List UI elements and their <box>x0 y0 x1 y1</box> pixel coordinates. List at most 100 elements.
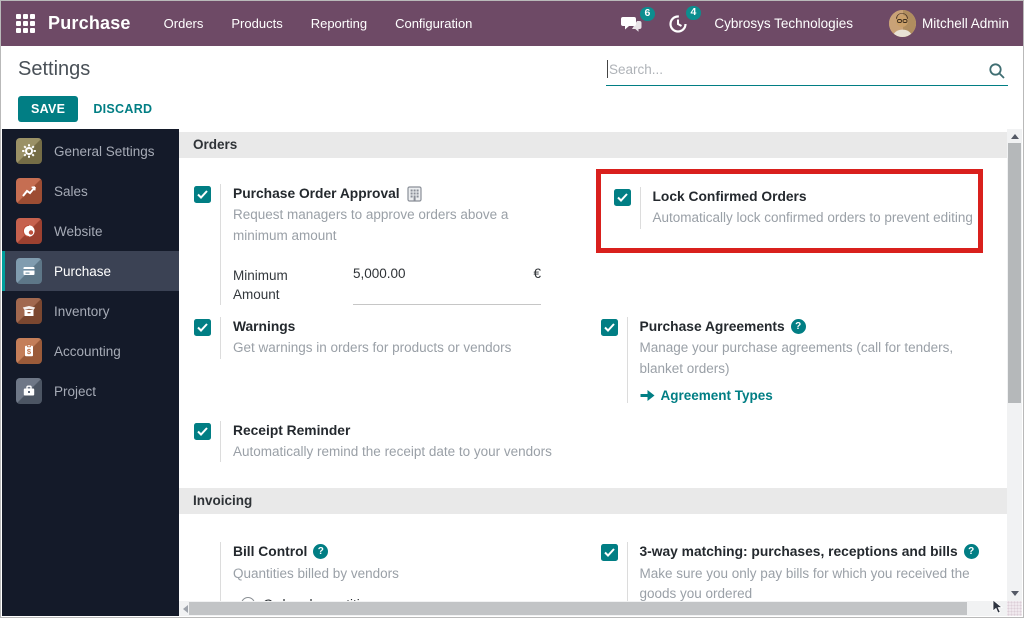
chat-bubbles-icon <box>621 15 642 33</box>
sidebar-item-project[interactable]: Project <box>2 371 179 411</box>
lock-confirmed-orders-checkbox[interactable] <box>614 189 631 206</box>
search-input[interactable]: Search... <box>609 62 663 77</box>
user-avatar <box>889 10 916 37</box>
app-window: Purchase Orders Products Reporting Confi… <box>0 0 1024 618</box>
accounting-clipboard-icon: $ <box>16 338 42 364</box>
enterprise-building-icon <box>407 186 422 202</box>
section-header-invoicing: Invoicing <box>179 488 1007 514</box>
minimum-amount-input[interactable]: 5,000.00 € <box>353 266 541 305</box>
setting-label: 3-way matching: purchases, receptions an… <box>640 542 958 561</box>
navbar-right: 6 4 Cybrosys Technologies <box>621 10 1023 37</box>
checkbox-check-icon <box>604 548 615 557</box>
settings-content: Orders Purchase Order Approval <box>179 129 1007 601</box>
menu-products[interactable]: Products <box>231 16 282 31</box>
project-briefcase-icon <box>16 378 42 404</box>
scroll-up-arrow[interactable] <box>1011 134 1019 139</box>
minimum-amount-label: Minimum Amount <box>233 266 337 305</box>
red-highlight-box: Lock Confirmed Orders Automatically lock… <box>596 169 983 253</box>
sidebar-item-purchase[interactable]: Purchase <box>2 251 179 291</box>
apps-grid-icon[interactable] <box>16 14 35 33</box>
user-menu[interactable]: Mitchell Admin <box>889 10 1009 37</box>
save-button[interactable]: SAVE <box>18 96 78 122</box>
vertical-scrollbar[interactable] <box>1007 129 1022 601</box>
scrollbar-corner <box>1007 601 1022 616</box>
setting-label: Purchase Order Approval <box>233 184 400 203</box>
setting-lock-confirmed-orders: Lock Confirmed Orders Automatically lock… <box>601 184 1008 253</box>
sidebar-item-general-settings[interactable]: General Settings <box>2 131 179 171</box>
setting-description: Request managers to approve orders above… <box>233 205 563 246</box>
setting-label: Lock Confirmed Orders <box>653 187 807 206</box>
three-way-matching-checkbox[interactable] <box>601 544 618 561</box>
app-title[interactable]: Purchase <box>48 13 131 34</box>
checkbox-check-icon <box>197 323 208 332</box>
search-icon[interactable] <box>988 62 1006 80</box>
sidebar-item-label: Sales <box>54 184 88 199</box>
purchase-order-approval-checkbox[interactable] <box>194 186 211 203</box>
sidebar-item-label: Website <box>54 224 103 239</box>
messages-badge: 6 <box>640 7 656 22</box>
scroll-left-arrow[interactable] <box>183 605 188 613</box>
setting-description: Automatically lock confirmed orders to p… <box>653 208 973 228</box>
horizontal-scrollbar[interactable] <box>179 601 1007 616</box>
setting-description: Manage your purchase agreements (call fo… <box>640 338 998 379</box>
user-name: Mitchell Admin <box>922 16 1009 31</box>
checkbox-check-icon <box>197 190 208 199</box>
help-icon[interactable]: ? <box>791 319 806 334</box>
menu-orders[interactable]: Orders <box>164 16 204 31</box>
sidebar-item-label: General Settings <box>54 144 155 159</box>
arrow-right-icon <box>640 389 655 402</box>
top-navbar: Purchase Orders Products Reporting Confi… <box>1 1 1023 46</box>
help-icon[interactable]: ? <box>313 544 328 559</box>
menu-configuration[interactable]: Configuration <box>395 16 472 31</box>
gear-icon <box>16 138 42 164</box>
purchase-agreements-checkbox[interactable] <box>601 319 618 336</box>
sidebar-item-label: Accounting <box>54 344 121 359</box>
setting-label: Bill Control <box>233 542 307 561</box>
discard-button[interactable]: DISCARD <box>93 102 152 116</box>
company-switcher[interactable]: Cybrosys Technologies <box>714 16 853 31</box>
help-icon[interactable]: ? <box>964 544 979 559</box>
page-title: Settings <box>18 58 90 81</box>
setting-description: Quantities billed by vendors <box>233 564 399 584</box>
receipt-reminder-checkbox[interactable] <box>194 423 211 440</box>
section-header-orders: Orders <box>179 132 1007 158</box>
messages-button[interactable]: 6 <box>621 15 642 33</box>
checkbox-check-icon <box>617 193 628 202</box>
vertical-scroll-thumb[interactable] <box>1008 143 1021 403</box>
setting-description: Automatically remind the receipt date to… <box>233 442 552 462</box>
setting-description: Make sure you only pay bills for which y… <box>640 564 992 601</box>
currency-symbol: € <box>533 266 541 297</box>
agreement-types-link[interactable]: Agreement Types <box>640 388 998 403</box>
sidebar-item-website[interactable]: Website <box>2 211 179 251</box>
menu-reporting[interactable]: Reporting <box>311 16 367 31</box>
sidebar-item-sales[interactable]: Sales <box>2 171 179 211</box>
checkbox-check-icon <box>197 427 208 436</box>
minimum-amount-value: 5,000.00 <box>353 266 406 297</box>
horizontal-scroll-thumb[interactable] <box>189 602 967 615</box>
activities-button[interactable]: 4 <box>668 14 688 34</box>
inventory-box-icon <box>16 298 42 324</box>
scroll-down-arrow[interactable] <box>1011 591 1019 596</box>
setting-label: Receipt Reminder <box>233 421 350 440</box>
control-panel: Settings Search... SAVE DISCARD <box>2 46 1022 129</box>
checkbox-check-icon <box>604 323 615 332</box>
setting-three-way-matching: 3-way matching: purchases, receptions an… <box>601 542 1008 601</box>
sidebar-item-accounting[interactable]: $ Accounting <box>2 331 179 371</box>
setting-description: Get warnings in orders for products or v… <box>233 338 511 358</box>
setting-label: Warnings <box>233 317 295 336</box>
action-buttons: SAVE DISCARD <box>18 96 152 122</box>
sidebar-item-label: Project <box>54 384 96 399</box>
setting-purchase-order-approval: Purchase Order Approval Request managers… <box>194 184 601 305</box>
sidebar-item-label: Purchase <box>54 264 111 279</box>
text-caret <box>607 60 608 78</box>
setting-receipt-reminder: Receipt Reminder Automatically remind th… <box>194 421 601 463</box>
warnings-checkbox[interactable] <box>194 319 211 336</box>
setting-warnings: Warnings Get warnings in orders for prod… <box>194 317 601 359</box>
sales-chart-icon <box>16 178 42 204</box>
setting-bill-control: Bill Control? Quantities billed by vendo… <box>194 542 601 601</box>
sidebar-item-inventory[interactable]: Inventory <box>2 291 179 331</box>
search-box[interactable]: Search... <box>606 58 1008 86</box>
settings-sidebar: General Settings Sales Website Purchase … <box>2 129 179 616</box>
website-globe-icon <box>16 218 42 244</box>
setting-label: Purchase Agreements <box>640 317 785 336</box>
